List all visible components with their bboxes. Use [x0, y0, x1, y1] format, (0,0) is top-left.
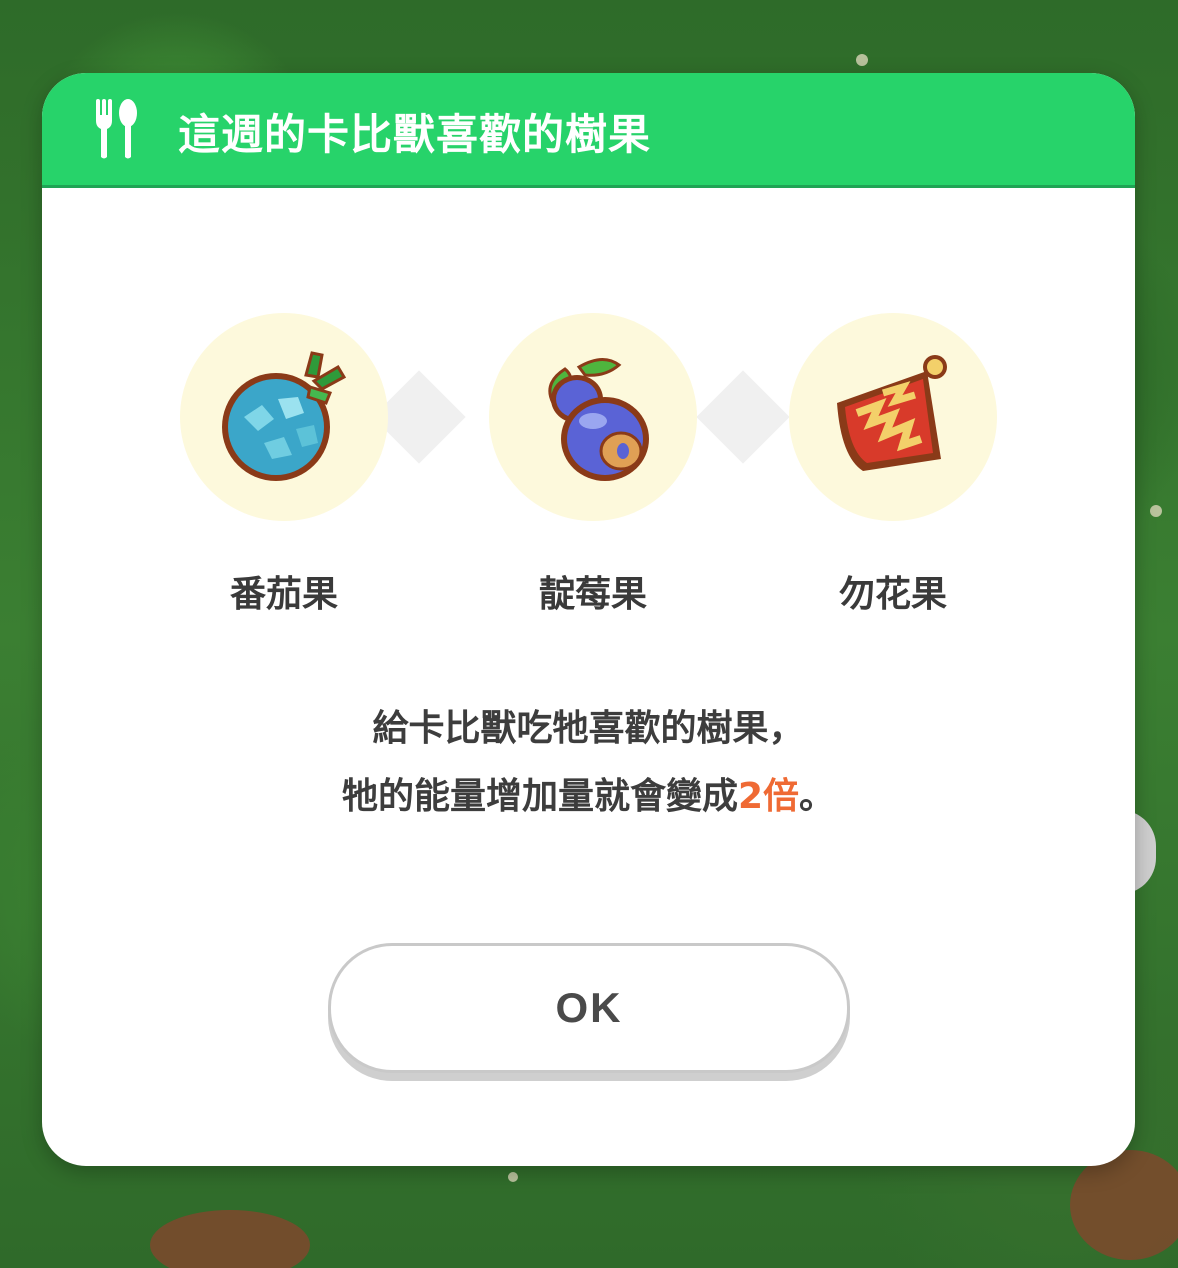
berry-item: 勿花果 — [788, 313, 998, 617]
berry-name: 番茄果 — [229, 574, 338, 615]
ok-button[interactable]: OK — [328, 943, 850, 1073]
berry-list: 番茄果 靛莓果 勿花果 — [42, 313, 1135, 633]
firefly-decoration — [856, 54, 868, 66]
berry-name: 勿花果 — [838, 574, 947, 615]
berry-badge — [489, 313, 697, 521]
indigo-berry-icon — [548, 358, 649, 481]
multiplier-highlight: 2倍 — [737, 776, 800, 817]
favorite-berries-dialog: 這週的卡比獸喜歡的樹果 番茄果 靛莓果 勿花果 給卡比獸吃牠喜歡的樹果， 牠的能… — [42, 73, 1135, 1166]
message-line-1: 給卡比獸吃牠喜歡的樹果， — [372, 708, 805, 749]
dialog-title: 這週的卡比獸喜歡的樹果 — [178, 110, 652, 159]
dialog-message: 給卡比獸吃牠喜歡的樹果， 牠的能量增加量就會變成2倍。 — [42, 695, 1135, 831]
firefly-decoration — [508, 1172, 518, 1182]
berry-badge — [180, 313, 388, 521]
berry-badge — [789, 313, 997, 521]
firefly-decoration — [1150, 505, 1162, 517]
message-line-2: 牠的能量增加量就會變成2倍。 — [42, 763, 1135, 831]
message-line-2-prefix: 牠的能量增加量就會變成 — [341, 776, 738, 817]
berry-item: 番茄果 — [179, 313, 389, 617]
berry-connector — [696, 370, 790, 464]
berry-name: 靛莓果 — [538, 574, 647, 615]
tree-stump-decoration — [1070, 1150, 1178, 1260]
figy-berry-icon — [837, 355, 947, 471]
fork-spoon-icon — [96, 99, 137, 159]
message-line-2-suffix: 。 — [799, 776, 836, 817]
berry-item: 靛莓果 — [488, 313, 698, 617]
tomato-berry-icon — [222, 351, 347, 481]
dialog-header: 這週的卡比獸喜歡的樹果 — [42, 73, 1135, 188]
